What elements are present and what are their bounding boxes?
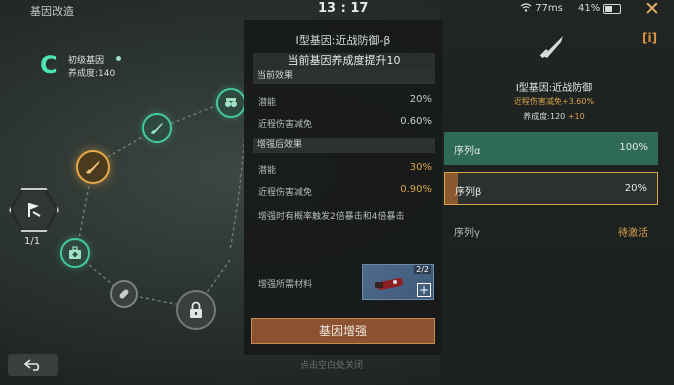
sequence-value: 待激活 [618,228,648,239]
sequence-beta[interactable]: 序列β 20% [444,172,658,205]
gene-node-melee-defense-selected[interactable] [76,150,110,184]
gene-bonus: 近程伤害减免+3.60% [513,97,595,106]
gene-node-melee-attack[interactable] [142,113,172,143]
sequence-value: 100% [619,142,648,153]
sequence-label: 序列γ [454,228,480,239]
gene-node-medkit[interactable] [60,238,90,268]
sequence-gamma[interactable]: 序列γ 待激活 [444,214,658,247]
detail-title: I型基因:近战防御-β [295,34,391,47]
add-material-icon[interactable]: + [417,283,431,297]
crit-note: 增强时有概率触发2倍暴击和4倍暴击 [258,212,405,222]
enhanced-row-label: 潜能 [258,166,277,176]
pill-icon [119,289,129,299]
enhanced-row-value: 0.90% [400,184,432,195]
current-row-label: 近程伤害减免 [258,120,313,130]
material-slot[interactable]: 2/2 + [362,264,434,300]
material-label: 增强所需材料 [258,280,313,290]
sequence-label: 序列β [455,187,482,198]
gene-cluster-icon [225,98,237,107]
info-icon[interactable]: [i] [642,31,657,45]
current-row-value: 20% [409,94,432,105]
enhanced-row-label: 近程伤害减免 [258,188,313,198]
detail-subtitle: 当前基因养成度提升10 [253,53,435,69]
gene-node-pills[interactable] [110,280,138,308]
current-row-value: 0.60% [400,116,432,127]
gene-nurture-plus: +10 [567,112,585,121]
back-button[interactable] [8,354,58,376]
medkit-icon [69,246,81,259]
blade-icon [539,36,563,59]
enhance-button[interactable]: 基因增强 [251,318,435,344]
gene-node-locked[interactable] [176,290,216,330]
gene-nurture-value: 养成度:120 [523,112,566,121]
gene-name: I型基因:近战防御 [515,83,593,94]
flag-icon [28,203,41,217]
lock-icon [190,301,202,318]
gene-info-panel: [i] I型基因:近战防御 近程伤害减免+3.60% 养成度:120 +10 序… [442,20,666,355]
enhance-detail-panel: I型基因:近战防御-β 当前基因养成度提升10 当前效果 潜能 20% 近程伤害… [244,20,442,355]
blade-icon [150,122,163,135]
current-row-label: 潜能 [258,98,277,108]
grade-indicator-dot [116,56,121,61]
sequence-label: 序列α [454,146,481,157]
material-item-icon [375,277,403,291]
enhanced-effect-header: 增强后效果 [253,138,435,153]
gene-node-top[interactable] [216,88,246,118]
sequence-alpha[interactable]: 序列α 100% [444,132,658,165]
grade-name: 初级基因 [68,56,105,66]
gene-nurture: 养成度:120 +10 [442,111,666,122]
current-effect-header: 当前效果 [253,69,435,84]
sequence-value: 20% [624,183,647,194]
close-hint: 点击空白处关闭 [300,361,364,371]
back-arrow-icon [24,359,40,371]
grade-progress: 养成度:140 [68,69,116,79]
enhanced-row-value: 30% [409,162,432,173]
material-count: 2/2 [414,265,431,274]
slot-count: 1/1 [24,236,41,247]
grade-letter: C [40,51,58,79]
blade-icon [86,160,100,174]
